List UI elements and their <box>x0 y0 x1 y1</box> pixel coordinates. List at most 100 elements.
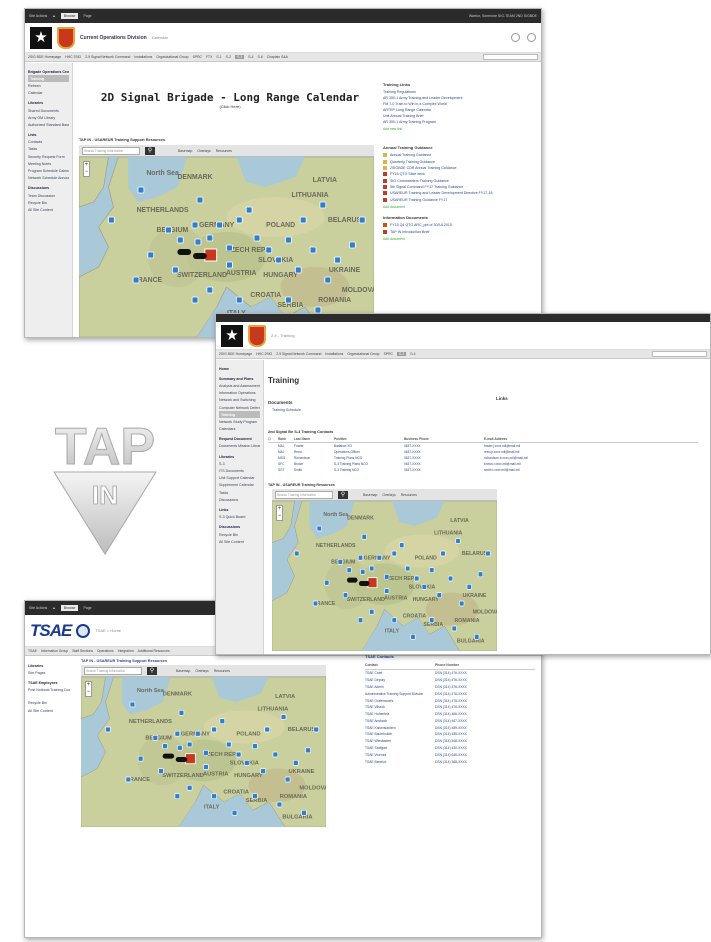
map-marker-icon[interactable] <box>293 760 299 766</box>
map-marker-icon[interactable] <box>294 266 302 274</box>
map-marker-icon[interactable] <box>451 625 457 632</box>
nav-item[interactable]: Installations <box>134 55 152 59</box>
quick-launch-item[interactable]: Supplement Calendar <box>219 482 260 489</box>
map-search-button[interactable]: ⚲ <box>145 146 155 155</box>
map-marker-icon[interactable] <box>178 710 185 716</box>
contact-name-link[interactable]: TSAE Grafenwoehr <box>365 699 435 703</box>
browse-tab[interactable]: Browse <box>60 13 79 19</box>
quick-launch-heading[interactable]: Discussions <box>219 524 260 531</box>
map-marker-icon[interactable] <box>186 741 193 748</box>
quick-launch-item-active[interactable]: Training <box>219 411 260 419</box>
table-cell[interactable]: reed.p.xxxx.mil@mail.mil <box>484 450 604 454</box>
map-marker-icon[interactable] <box>309 246 317 254</box>
list-item[interactable]: TSAE Grafenwoehr DSN (314) 475-XXXX <box>365 697 535 704</box>
nav-item[interactable]: 2-9 Signal Network Command <box>276 352 321 356</box>
list-item[interactable]: TSAE Hohenfels DSN (314) 466-XXXX <box>365 711 535 718</box>
map-marker-icon[interactable] <box>172 266 179 274</box>
nav-item[interactable]: Additional Resources <box>138 649 170 653</box>
quick-launch-item[interactable]: Information Operations <box>219 390 260 397</box>
table-cell[interactable]: richardson.b.xxxx.mil@mail.mil <box>484 456 604 460</box>
map-marker-icon[interactable] <box>466 584 472 590</box>
map-marker-icon[interactable] <box>316 525 322 532</box>
map-zoom-control[interactable]: + − <box>83 161 90 177</box>
quick-launch-heading[interactable]: Links <box>219 506 260 513</box>
map-marker-icon[interactable] <box>194 238 202 246</box>
map-marker-icon[interactable] <box>280 714 287 720</box>
column-header[interactable]: E-mail Address <box>484 437 604 441</box>
quick-launch-item[interactable]: Authorized Standard Base Library <box>28 121 69 128</box>
map-marker-icon[interactable] <box>196 196 204 204</box>
contact-name-link[interactable]: TSAE Baumholder <box>365 732 435 736</box>
basemap-dropdown[interactable]: Basemap <box>176 669 190 673</box>
quick-launch-item[interactable]: Recycle Bin <box>219 531 260 538</box>
contact-name-link[interactable]: TSAE Benelux <box>365 760 435 764</box>
doc-link[interactable]: 2SIGBDE CDR Annual Training Guidance <box>390 166 457 170</box>
map-marker-icon[interactable] <box>474 634 480 640</box>
map-marker-icon[interactable] <box>211 793 217 799</box>
tsae-logo[interactable]: TSAE <box>30 621 72 641</box>
map-marker-icon[interactable] <box>410 634 416 640</box>
map-marker-icon[interactable] <box>334 256 341 264</box>
select-all-checkbox[interactable]: ☐ <box>268 437 278 441</box>
list-item[interactable]: TSAE Baumholder DSN (314) 485-XXXX <box>365 731 535 738</box>
map-marker-icon[interactable] <box>384 588 390 594</box>
quick-launch-item[interactable]: Program Schedule Calendar <box>28 167 69 174</box>
navigate-up-icon[interactable]: ▲ <box>52 606 55 610</box>
contact-name-link[interactable]: TSAE Deputy <box>365 678 435 682</box>
table-cell[interactable]: brown.r.xxxx.mil@mail.mil <box>484 462 604 466</box>
map-marker-icon[interactable] <box>162 743 168 749</box>
quick-launch-item-active[interactable]: Training <box>28 75 69 83</box>
map-marker-icon[interactable] <box>235 751 242 758</box>
like-it-icon[interactable] <box>511 33 520 42</box>
quick-launch-item[interactable]: Computer Network Defense <box>219 404 260 411</box>
page-tab[interactable]: Page <box>83 606 91 610</box>
map-marker-icon[interactable] <box>235 296 243 304</box>
map-marker-icon[interactable] <box>313 726 319 733</box>
basemap-dropdown[interactable]: Basemap <box>178 149 192 153</box>
nav-item[interactable]: Chaplain S&A <box>267 55 288 59</box>
map-marker-icon[interactable] <box>324 579 330 586</box>
navigate-up-icon[interactable]: ▲ <box>52 14 55 18</box>
map-marker-icon[interactable] <box>219 718 226 724</box>
map-marker-icon[interactable] <box>105 726 111 733</box>
quick-launch-item[interactable]: Post Notional Training Documentation <box>28 687 70 694</box>
column-header[interactable]: Business Phone <box>404 437 484 441</box>
map-search-button[interactable]: ⚲ <box>338 490 348 499</box>
map-marker-icon[interactable] <box>252 793 258 799</box>
map-marker-icon[interactable] <box>369 565 375 572</box>
quick-launch-item[interactable]: S-3 <box>219 460 260 467</box>
column-header[interactable]: Last Name <box>294 437 334 441</box>
quick-launch-item[interactable]: Analysis and Assessment Support <box>219 382 260 389</box>
nav-item[interactable]: Installations <box>325 352 343 356</box>
nav-item[interactable]: Integration <box>118 649 134 653</box>
quick-launch-item[interactable]: Network Study Program <box>219 418 260 425</box>
map-marker-icon[interactable] <box>284 776 291 783</box>
contact-name-link[interactable]: TSAE Hohenfels <box>365 712 435 716</box>
map-marker-icon[interactable] <box>260 768 266 774</box>
map-marker-icon[interactable] <box>191 221 199 229</box>
quick-launch-item[interactable]: Refresh <box>28 82 69 89</box>
map-marker-icon[interactable] <box>369 609 375 615</box>
map-marker-icon[interactable] <box>216 221 223 229</box>
map-marker-icon[interactable] <box>132 276 140 284</box>
map-marker-icon[interactable] <box>391 617 397 623</box>
map-search-input[interactable]: Search Training Information <box>82 146 140 155</box>
map-marker-icon[interactable] <box>176 236 184 244</box>
doc-link[interactable]: Quarterly Training Guidance <box>390 160 435 164</box>
map-marker-icon[interactable] <box>349 241 356 249</box>
quick-launch-heading[interactable]: Libraries <box>28 100 69 107</box>
map-marker-icon[interactable] <box>108 216 115 224</box>
map-marker-icon[interactable] <box>429 617 435 623</box>
site-search-input[interactable] <box>483 54 538 60</box>
map-search-input[interactable]: Search Training Information <box>275 490 333 499</box>
contact-name-link[interactable]: TSAE Stuttgart <box>365 746 435 750</box>
doc-link[interactable]: SIG Commanders Training Guidance <box>390 179 449 183</box>
map-cluster-icon[interactable] <box>177 249 192 255</box>
map-marker-icon[interactable] <box>177 745 183 751</box>
map-marker-icon[interactable] <box>305 747 311 754</box>
nav-item[interactable]: Staff Sections <box>72 649 93 653</box>
nav-item[interactable]: S-2 <box>226 55 231 59</box>
map-marker-icon[interactable] <box>264 726 270 733</box>
map-marker-icon[interactable] <box>346 567 352 573</box>
map-marker-icon[interactable] <box>235 216 243 224</box>
